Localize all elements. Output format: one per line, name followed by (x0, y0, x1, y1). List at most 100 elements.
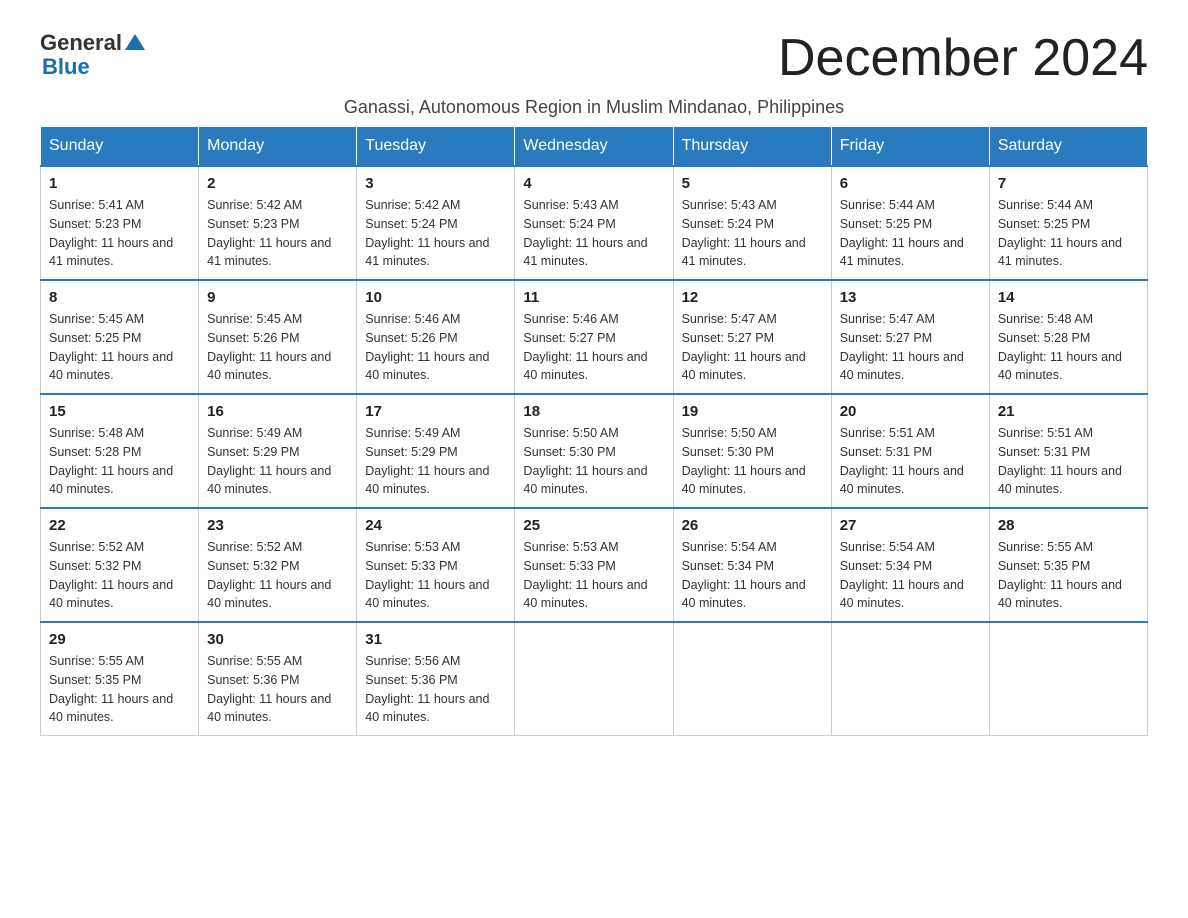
calendar-day-cell: 17 Sunrise: 5:49 AMSunset: 5:29 PMDaylig… (357, 394, 515, 508)
day-info: Sunrise: 5:49 AMSunset: 5:29 PMDaylight:… (365, 426, 489, 496)
calendar-day-cell: 9 Sunrise: 5:45 AMSunset: 5:26 PMDayligh… (199, 280, 357, 394)
calendar-day-cell: 13 Sunrise: 5:47 AMSunset: 5:27 PMDaylig… (831, 280, 989, 394)
day-number: 28 (998, 517, 1139, 534)
calendar-day-cell: 10 Sunrise: 5:46 AMSunset: 5:26 PMDaylig… (357, 280, 515, 394)
calendar-day-cell: 31 Sunrise: 5:56 AMSunset: 5:36 PMDaylig… (357, 622, 515, 736)
day-info: Sunrise: 5:52 AMSunset: 5:32 PMDaylight:… (207, 540, 331, 610)
day-number: 4 (523, 175, 664, 192)
day-info: Sunrise: 5:46 AMSunset: 5:27 PMDaylight:… (523, 312, 647, 382)
day-number: 5 (682, 175, 823, 192)
day-number: 10 (365, 289, 506, 306)
day-info: Sunrise: 5:56 AMSunset: 5:36 PMDaylight:… (365, 654, 489, 724)
calendar-day-cell: 11 Sunrise: 5:46 AMSunset: 5:27 PMDaylig… (515, 280, 673, 394)
day-info: Sunrise: 5:47 AMSunset: 5:27 PMDaylight:… (840, 312, 964, 382)
day-number: 24 (365, 517, 506, 534)
weekday-header-row: SundayMondayTuesdayWednesdayThursdayFrid… (41, 127, 1148, 167)
calendar-day-cell: 25 Sunrise: 5:53 AMSunset: 5:33 PMDaylig… (515, 508, 673, 622)
calendar-day-cell: 15 Sunrise: 5:48 AMSunset: 5:28 PMDaylig… (41, 394, 199, 508)
calendar-day-cell: 23 Sunrise: 5:52 AMSunset: 5:32 PMDaylig… (199, 508, 357, 622)
day-info: Sunrise: 5:54 AMSunset: 5:34 PMDaylight:… (682, 540, 806, 610)
weekday-header-thursday: Thursday (673, 127, 831, 167)
weekday-header-tuesday: Tuesday (357, 127, 515, 167)
day-info: Sunrise: 5:43 AMSunset: 5:24 PMDaylight:… (523, 198, 647, 268)
calendar-day-cell: 8 Sunrise: 5:45 AMSunset: 5:25 PMDayligh… (41, 280, 199, 394)
day-number: 20 (840, 403, 981, 420)
day-info: Sunrise: 5:42 AMSunset: 5:23 PMDaylight:… (207, 198, 331, 268)
day-number: 1 (49, 175, 190, 192)
calendar-day-cell: 20 Sunrise: 5:51 AMSunset: 5:31 PMDaylig… (831, 394, 989, 508)
day-number: 14 (998, 289, 1139, 306)
calendar-day-cell: 24 Sunrise: 5:53 AMSunset: 5:33 PMDaylig… (357, 508, 515, 622)
day-info: Sunrise: 5:50 AMSunset: 5:30 PMDaylight:… (682, 426, 806, 496)
calendar-day-cell: 3 Sunrise: 5:42 AMSunset: 5:24 PMDayligh… (357, 166, 515, 280)
day-number: 16 (207, 403, 348, 420)
day-info: Sunrise: 5:47 AMSunset: 5:27 PMDaylight:… (682, 312, 806, 382)
day-number: 31 (365, 631, 506, 648)
day-number: 30 (207, 631, 348, 648)
day-info: Sunrise: 5:42 AMSunset: 5:24 PMDaylight:… (365, 198, 489, 268)
day-info: Sunrise: 5:52 AMSunset: 5:32 PMDaylight:… (49, 540, 173, 610)
calendar-day-cell: 2 Sunrise: 5:42 AMSunset: 5:23 PMDayligh… (199, 166, 357, 280)
weekday-header-sunday: Sunday (41, 127, 199, 167)
day-info: Sunrise: 5:53 AMSunset: 5:33 PMDaylight:… (365, 540, 489, 610)
day-info: Sunrise: 5:55 AMSunset: 5:35 PMDaylight:… (998, 540, 1122, 610)
day-info: Sunrise: 5:44 AMSunset: 5:25 PMDaylight:… (840, 198, 964, 268)
day-number: 6 (840, 175, 981, 192)
day-number: 11 (523, 289, 664, 306)
calendar-day-cell: 18 Sunrise: 5:50 AMSunset: 5:30 PMDaylig… (515, 394, 673, 508)
calendar-day-cell: 27 Sunrise: 5:54 AMSunset: 5:34 PMDaylig… (831, 508, 989, 622)
day-info: Sunrise: 5:50 AMSunset: 5:30 PMDaylight:… (523, 426, 647, 496)
day-number: 2 (207, 175, 348, 192)
calendar-week-row: 1 Sunrise: 5:41 AMSunset: 5:23 PMDayligh… (41, 166, 1148, 280)
weekday-header-wednesday: Wednesday (515, 127, 673, 167)
day-info: Sunrise: 5:51 AMSunset: 5:31 PMDaylight:… (998, 426, 1122, 496)
day-number: 19 (682, 403, 823, 420)
calendar-day-cell: 14 Sunrise: 5:48 AMSunset: 5:28 PMDaylig… (989, 280, 1147, 394)
logo-general-text: General (40, 30, 122, 56)
calendar-week-row: 29 Sunrise: 5:55 AMSunset: 5:35 PMDaylig… (41, 622, 1148, 736)
month-title: December 2024 (778, 30, 1148, 87)
calendar-day-cell: 26 Sunrise: 5:54 AMSunset: 5:34 PMDaylig… (673, 508, 831, 622)
calendar-week-row: 8 Sunrise: 5:45 AMSunset: 5:25 PMDayligh… (41, 280, 1148, 394)
day-number: 22 (49, 517, 190, 534)
calendar-day-cell: 22 Sunrise: 5:52 AMSunset: 5:32 PMDaylig… (41, 508, 199, 622)
calendar-day-cell: 21 Sunrise: 5:51 AMSunset: 5:31 PMDaylig… (989, 394, 1147, 508)
calendar-day-cell: 30 Sunrise: 5:55 AMSunset: 5:36 PMDaylig… (199, 622, 357, 736)
day-info: Sunrise: 5:54 AMSunset: 5:34 PMDaylight:… (840, 540, 964, 610)
day-number: 12 (682, 289, 823, 306)
day-number: 23 (207, 517, 348, 534)
calendar-day-cell: 7 Sunrise: 5:44 AMSunset: 5:25 PMDayligh… (989, 166, 1147, 280)
calendar-week-row: 15 Sunrise: 5:48 AMSunset: 5:28 PMDaylig… (41, 394, 1148, 508)
day-number: 9 (207, 289, 348, 306)
page-header: General Blue December 2024 (40, 30, 1148, 87)
logo-triangle-icon (125, 34, 145, 50)
calendar-table: SundayMondayTuesdayWednesdayThursdayFrid… (40, 126, 1148, 736)
logo: General Blue (40, 30, 145, 80)
day-number: 18 (523, 403, 664, 420)
calendar-day-cell: 1 Sunrise: 5:41 AMSunset: 5:23 PMDayligh… (41, 166, 199, 280)
day-info: Sunrise: 5:43 AMSunset: 5:24 PMDaylight:… (682, 198, 806, 268)
logo-blue-text: Blue (42, 54, 90, 80)
calendar-day-cell: 4 Sunrise: 5:43 AMSunset: 5:24 PMDayligh… (515, 166, 673, 280)
day-number: 26 (682, 517, 823, 534)
weekday-header-saturday: Saturday (989, 127, 1147, 167)
day-number: 25 (523, 517, 664, 534)
day-number: 3 (365, 175, 506, 192)
day-info: Sunrise: 5:45 AMSunset: 5:26 PMDaylight:… (207, 312, 331, 382)
calendar-day-cell: 28 Sunrise: 5:55 AMSunset: 5:35 PMDaylig… (989, 508, 1147, 622)
day-number: 29 (49, 631, 190, 648)
day-info: Sunrise: 5:48 AMSunset: 5:28 PMDaylight:… (998, 312, 1122, 382)
day-info: Sunrise: 5:55 AMSunset: 5:36 PMDaylight:… (207, 654, 331, 724)
calendar-day-cell: 19 Sunrise: 5:50 AMSunset: 5:30 PMDaylig… (673, 394, 831, 508)
day-number: 21 (998, 403, 1139, 420)
title-area: December 2024 (778, 30, 1148, 87)
day-info: Sunrise: 5:49 AMSunset: 5:29 PMDaylight:… (207, 426, 331, 496)
day-info: Sunrise: 5:44 AMSunset: 5:25 PMDaylight:… (998, 198, 1122, 268)
day-number: 7 (998, 175, 1139, 192)
day-number: 15 (49, 403, 190, 420)
weekday-header-friday: Friday (831, 127, 989, 167)
calendar-day-cell: 12 Sunrise: 5:47 AMSunset: 5:27 PMDaylig… (673, 280, 831, 394)
day-info: Sunrise: 5:51 AMSunset: 5:31 PMDaylight:… (840, 426, 964, 496)
day-info: Sunrise: 5:45 AMSunset: 5:25 PMDaylight:… (49, 312, 173, 382)
day-number: 27 (840, 517, 981, 534)
